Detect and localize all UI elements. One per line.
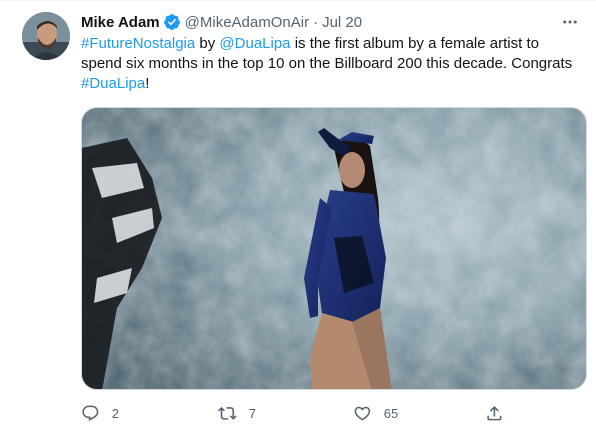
reply-icon	[82, 405, 99, 421]
tweet-actions: 2 7 65	[81, 401, 511, 425]
reply-button[interactable]: 2	[81, 401, 119, 425]
share-icon	[487, 405, 502, 421]
more-options-icon[interactable]	[558, 10, 582, 34]
separator-dot: ·	[313, 13, 319, 31]
album-cover-photo	[82, 108, 586, 389]
heart-icon	[354, 406, 371, 421]
hashtag-link[interactable]: #FutureNostalgia	[81, 35, 195, 52]
author-handle[interactable]: @MikeAdamOnAir	[185, 14, 309, 31]
avatar[interactable]	[22, 12, 70, 60]
hashtag-link[interactable]: #DuaLipa	[81, 75, 145, 92]
reply-count: 2	[111, 405, 119, 421]
author-name[interactable]: Mike Adam	[81, 14, 160, 31]
retweet-icon	[218, 406, 237, 420]
tweet-card[interactable]: Mike Adam @MikeAdamOnAir · Jul 20 #Futur…	[0, 0, 596, 437]
like-button[interactable]: 65	[353, 401, 398, 425]
like-count: 65	[383, 405, 399, 421]
tweet-text: #FutureNostalgia by @DuaLipa is the firs…	[81, 34, 581, 94]
tweet-text-segment: by	[195, 35, 220, 52]
tweet-header: Mike Adam @MikeAdamOnAir · Jul 20	[81, 12, 582, 32]
tweet-media-image[interactable]	[81, 107, 587, 390]
mention-link[interactable]: @DuaLipa	[219, 35, 290, 52]
tweet-timestamp[interactable]: Jul 20	[322, 14, 362, 31]
verified-badge-icon	[163, 13, 181, 31]
retweet-count: 7	[248, 405, 256, 421]
share-button[interactable]	[485, 401, 504, 425]
tweet-text-segment: !	[145, 75, 150, 92]
avatar-image	[22, 12, 70, 60]
retweet-button[interactable]: 7	[218, 401, 256, 425]
